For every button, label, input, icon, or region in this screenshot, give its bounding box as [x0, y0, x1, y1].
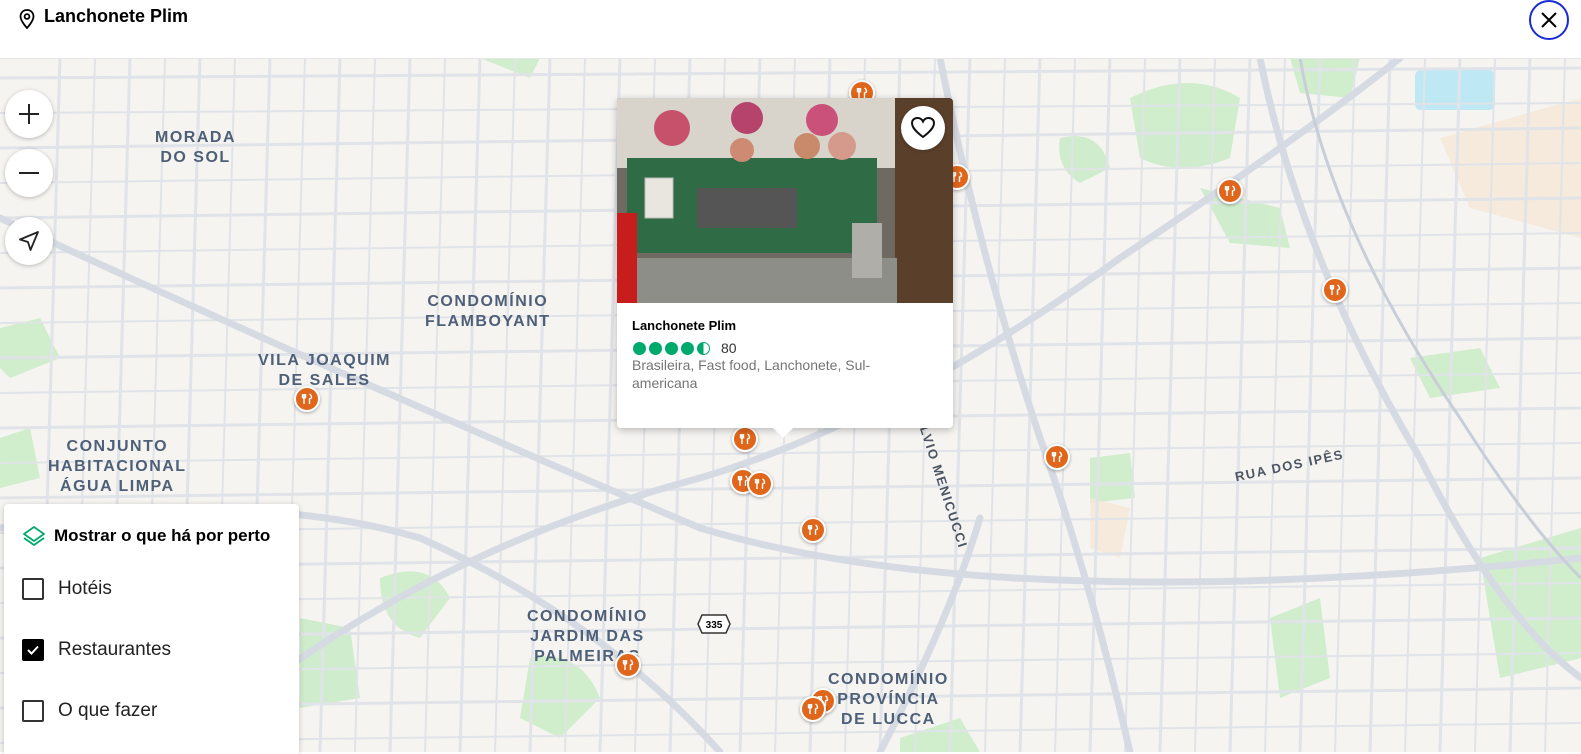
neighborhood-label-lucca: CONDOMÍNIO PROVÍNCIA DE LUCCA — [828, 671, 949, 728]
review-count: 80 — [721, 340, 737, 356]
fork-knife-icon — [807, 524, 819, 535]
rating: 80 — [633, 340, 737, 356]
place-name[interactable]: Lanchonete Plim — [632, 318, 736, 333]
place-photo[interactable] — [617, 98, 953, 303]
restaurant-marker[interactable] — [800, 517, 826, 543]
place-card[interactable]: Lanchonete Plim 80 Brasileira, Fast food… — [617, 98, 953, 438]
rating-bubble — [697, 341, 710, 355]
neighborhood-label-vila: VILA JOAQUIM DE SALES — [258, 352, 391, 389]
minus-icon — [19, 172, 39, 174]
route-shield-label: 335 — [706, 620, 723, 631]
cuisine-list: Brasileira, Fast food, Lanchonete, Sul-a… — [632, 357, 871, 391]
restaurant-marker[interactable] — [800, 696, 826, 722]
filter-option-restaurants[interactable]: Restaurantes — [22, 639, 171, 661]
restaurant-marker[interactable] — [615, 652, 641, 678]
restaurant-marker[interactable] — [1044, 444, 1070, 470]
close-button[interactable] — [1529, 0, 1569, 40]
popup-pointer — [771, 426, 795, 438]
fork-knife-icon — [1329, 284, 1341, 295]
restaurant-marker[interactable] — [1217, 178, 1243, 204]
fork-knife-icon — [622, 659, 634, 670]
restaurant-marker[interactable] — [1322, 277, 1348, 303]
restaurant-marker[interactable] — [732, 426, 758, 452]
locate-icon — [19, 231, 39, 251]
filter-option-hotels[interactable]: Hotéis — [22, 578, 112, 600]
close-icon — [1541, 12, 1557, 28]
zoom-in-button[interactable] — [5, 90, 53, 138]
heart-icon — [910, 116, 936, 139]
fork-knife-icon — [807, 703, 819, 714]
neighborhood-label-conjunto: CONJUNTO HABITACIONAL ÁGUA LIMPA — [48, 438, 187, 495]
checkbox-restaurants[interactable] — [22, 639, 44, 661]
restaurant-marker[interactable] — [294, 386, 320, 412]
locate-button[interactable] — [5, 217, 53, 265]
route-shield-icon: 335 — [697, 614, 731, 634]
fork-knife-icon — [739, 433, 751, 444]
neighborhood-label-flamboyant: CONDOMÍNIO FLAMBOYANT — [425, 293, 551, 330]
favorite-button[interactable] — [901, 106, 945, 150]
plus-icon — [19, 104, 39, 124]
checkbox-things-to-do[interactable] — [22, 700, 44, 722]
checkbox-hotels[interactable] — [22, 578, 44, 600]
layers-icon — [23, 526, 45, 546]
neighborhood-label-morada: MORADA DO SOL — [155, 129, 236, 166]
rating-bubble — [649, 341, 662, 355]
filter-label: Restaurantes — [58, 639, 172, 660]
restaurant-marker[interactable] — [747, 471, 773, 497]
nearby-filter-panel: Mostrar o que há por perto Hotéis Restau… — [4, 504, 299, 754]
fork-knife-icon — [301, 393, 313, 404]
rating-bubble — [633, 341, 646, 355]
fork-knife-icon — [754, 478, 766, 489]
page-title: Lanchonete Plim — [44, 6, 189, 26]
check-icon — [27, 645, 39, 655]
fork-knife-icon — [1051, 451, 1063, 462]
filter-label: Hotéis — [58, 578, 112, 599]
rating-bubble — [681, 341, 694, 355]
zoom-out-button[interactable] — [5, 149, 53, 197]
filter-label: O que fazer — [58, 700, 158, 721]
map-pin-icon — [19, 9, 35, 30]
filter-title: Mostrar o que há por perto — [54, 526, 271, 545]
rating-bubble — [665, 341, 678, 355]
top-bar: Lanchonete Plim — [0, 0, 1581, 59]
fork-knife-icon — [1224, 185, 1236, 196]
filter-option-things-to-do[interactable]: O que fazer — [22, 700, 157, 722]
